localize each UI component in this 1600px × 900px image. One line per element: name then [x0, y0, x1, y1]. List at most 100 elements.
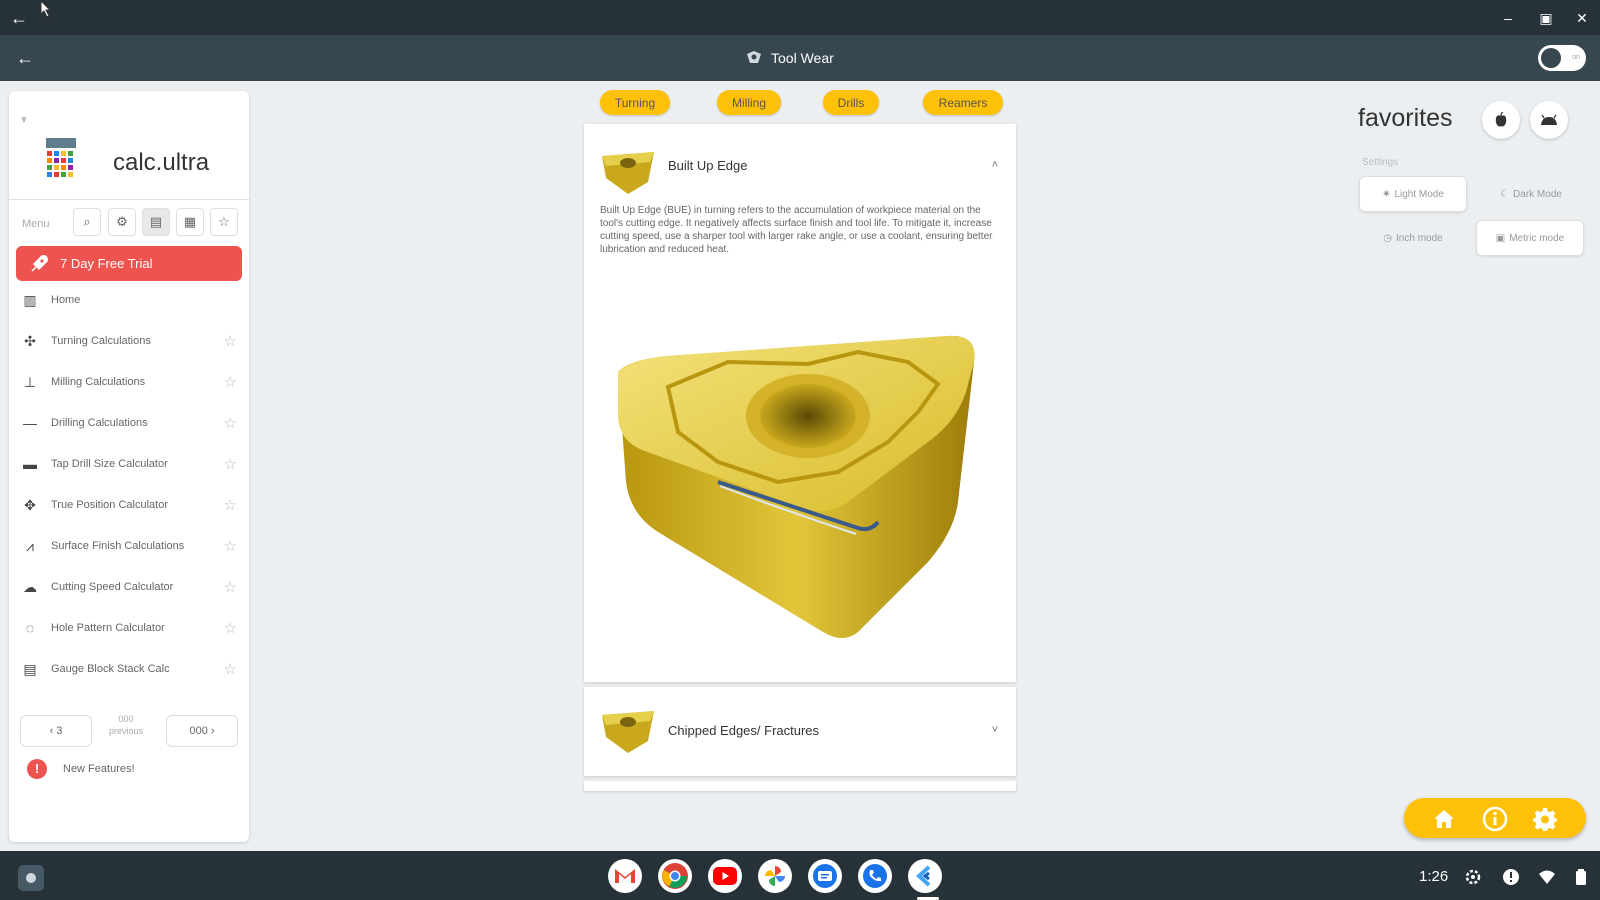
- favorites-filter-icon[interactable]: ☆: [210, 208, 238, 236]
- tool-wear-icon: [747, 51, 761, 63]
- sidebar-item-label: Cutting Speed Calculator: [51, 581, 174, 593]
- dark-mode-button[interactable]: ☾ Dark Mode: [1476, 176, 1586, 212]
- wifi-icon[interactable]: [1538, 868, 1556, 886]
- star-icon[interactable]: ☆: [224, 332, 237, 350]
- insert-thumbnail-icon: [602, 152, 654, 194]
- youtube-icon[interactable]: [708, 859, 742, 893]
- sidebar-item[interactable]: ⊥ Milling Calculations ☆: [19, 367, 239, 397]
- inch-mode-label: Inch mode: [1396, 232, 1443, 244]
- star-icon[interactable]: ☆: [224, 414, 237, 432]
- settings-gear-icon[interactable]: [1532, 806, 1558, 832]
- gmail-glyph: [615, 869, 635, 883]
- search-icon[interactable]: ⌕: [73, 208, 101, 236]
- list-view-icon[interactable]: ▤: [142, 208, 170, 236]
- category-reamers[interactable]: Reamers: [923, 90, 1003, 115]
- inch-mode-button[interactable]: ◷ Inch mode: [1359, 220, 1467, 256]
- android-icon[interactable]: [1530, 101, 1568, 139]
- pager-next-button[interactable]: 000 ›: [166, 715, 238, 747]
- wear-card-chipped-edges[interactable]: Chipped Edges/ Fractures ˅: [584, 687, 1016, 776]
- sidebar-item[interactable]: ▤ Gauge Block Stack Calc ☆: [19, 654, 239, 684]
- sidebar-item[interactable]: — Drilling Calculations ☆: [19, 408, 239, 438]
- tap-drill-icon: ▬: [23, 456, 37, 472]
- sidebar-item[interactable]: ☁ Cutting Speed Calculator ☆: [19, 572, 239, 602]
- star-icon[interactable]: ☆: [224, 373, 237, 391]
- star-icon[interactable]: ☆: [224, 455, 237, 473]
- rocket-icon: [31, 255, 48, 272]
- category-milling[interactable]: Milling: [717, 90, 781, 115]
- light-mode-icon: ✷: [1382, 188, 1391, 200]
- card-title: Chipped Edges/ Fractures: [668, 723, 820, 738]
- category-turning[interactable]: Turning: [600, 90, 670, 115]
- launcher-icon: [26, 873, 36, 883]
- clock[interactable]: 1:26: [1419, 868, 1448, 885]
- wear-card-next: [584, 781, 1016, 791]
- mode-toggle[interactable]: on: [1538, 45, 1586, 71]
- metric-mode-label: Metric mode: [1509, 232, 1565, 244]
- free-trial-label: 7 Day Free Trial: [60, 256, 153, 271]
- star-icon[interactable]: ☆: [224, 660, 237, 678]
- app-title-text: Tool Wear: [771, 50, 834, 66]
- collapse-chevron-icon[interactable]: ˄: [992, 159, 998, 171]
- pager-status-top: 000: [118, 714, 134, 724]
- window-back-button[interactable]: ←: [8, 7, 30, 29]
- maximize-button[interactable]: ▣: [1536, 8, 1556, 28]
- notification-status-icon[interactable]: [1502, 868, 1520, 886]
- light-mode-button[interactable]: ✷ Light Mode: [1359, 176, 1467, 212]
- cutting-speed-icon: ☁: [23, 578, 37, 595]
- collapse-chevron-icon[interactable]: ▼: [19, 115, 29, 126]
- pager-prev-button[interactable]: ‹ 3: [20, 715, 92, 747]
- gear-icon[interactable]: ⚙: [108, 208, 136, 236]
- star-icon[interactable]: ☆: [224, 619, 237, 637]
- sidebar-item[interactable]: ◌ Hole Pattern Calculator ☆: [19, 613, 239, 643]
- grid-view-icon[interactable]: ▦: [176, 208, 204, 236]
- star-icon[interactable]: ☆: [224, 496, 237, 514]
- star-icon[interactable]: ☆: [224, 537, 237, 555]
- inch-mode-icon: ◷: [1383, 232, 1393, 244]
- alert-icon: !: [27, 759, 47, 779]
- expand-chevron-icon[interactable]: ˅: [992, 724, 998, 736]
- launcher-button[interactable]: [18, 865, 44, 891]
- pager-status-bottom: previous: [108, 726, 144, 736]
- sidebar-item[interactable]: ▬ Tap Drill Size Calculator ☆: [19, 449, 239, 479]
- gmail-icon[interactable]: [608, 859, 642, 893]
- sidebar-item-label: Hole Pattern Calculator: [51, 622, 165, 634]
- home-icon[interactable]: [1431, 806, 1457, 832]
- category-drills[interactable]: Drills: [823, 90, 879, 115]
- close-button[interactable]: ✕: [1572, 8, 1592, 28]
- minimize-button[interactable]: –: [1498, 8, 1518, 28]
- new-features-link[interactable]: ! New Features!: [27, 759, 135, 779]
- calc-ultra-app-icon[interactable]: [908, 859, 942, 893]
- chrome-icon[interactable]: [658, 859, 692, 893]
- messages-glyph: [813, 864, 837, 888]
- info-icon[interactable]: [1482, 806, 1508, 832]
- dark-mode-icon: ☾: [1500, 188, 1510, 200]
- sidebar-item-label: True Position Calculator: [51, 499, 168, 511]
- menu-label: Menu: [22, 218, 50, 230]
- settings-status-icon[interactable]: [1464, 868, 1482, 886]
- messages-icon[interactable]: [808, 859, 842, 893]
- sidebar-item[interactable]: ▥ Home: [19, 285, 239, 315]
- calculator-logo-icon: [46, 138, 76, 177]
- sidebar-item[interactable]: ✥ True Position Calculator ☆: [19, 490, 239, 520]
- sidebar: ▼ calc.ultra Menu ⌕ ⚙ ▤ ▦ ☆ 7 Day Free T…: [9, 91, 249, 842]
- calc-ultra-glyph: [916, 865, 931, 887]
- star-icon[interactable]: ☆: [224, 578, 237, 596]
- phone-icon[interactable]: [858, 859, 892, 893]
- free-trial-button[interactable]: 7 Day Free Trial: [16, 246, 242, 281]
- gauge-block-icon: ▤: [23, 660, 37, 677]
- sidebar-item-label: Gauge Block Stack Calc: [51, 663, 170, 675]
- floating-action-bar: [1404, 798, 1586, 838]
- sidebar-item[interactable]: ✣ Turning Calculations ☆: [19, 326, 239, 356]
- app-back-button[interactable]: ←: [14, 47, 36, 69]
- metric-mode-button[interactable]: ▣ Metric mode: [1476, 220, 1584, 256]
- photos-icon[interactable]: [758, 859, 792, 893]
- insert-thumbnail-icon: [602, 711, 654, 753]
- sidebar-item[interactable]: ⩘ Surface Finish Calculations ☆: [19, 531, 239, 561]
- dark-mode-label: Dark Mode: [1513, 188, 1562, 200]
- true-position-icon: ✥: [24, 496, 36, 513]
- metric-mode-icon: ▣: [1495, 232, 1506, 244]
- battery-icon[interactable]: [1572, 868, 1590, 886]
- android-logo-icon: [1541, 114, 1557, 125]
- sidebar-item-label: Surface Finish Calculations: [51, 540, 185, 552]
- apple-icon[interactable]: [1482, 101, 1520, 139]
